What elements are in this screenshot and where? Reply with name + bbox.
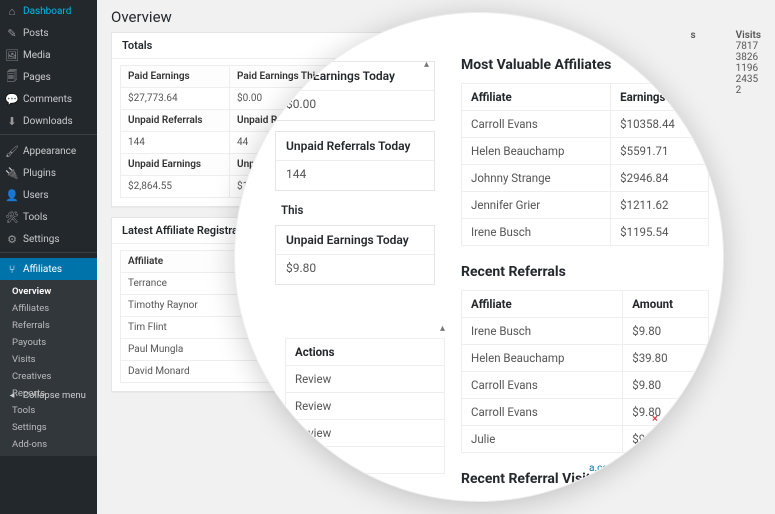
- appearance-icon: 🖌: [6, 145, 18, 157]
- delete-icon[interactable]: ×: [652, 456, 658, 471]
- menu-label: Tools: [23, 212, 47, 223]
- menu-item-downloads[interactable]: ⬇ Downloads: [0, 110, 97, 132]
- visits-col: Visits: [736, 30, 761, 41]
- menu-item-plugins[interactable]: 🔌 Plugins: [0, 162, 97, 184]
- pages-icon: 🗐: [6, 71, 18, 83]
- delete-icon[interactable]: ×: [652, 441, 658, 456]
- delete-icon[interactable]: ×: [652, 471, 658, 486]
- submenu-payouts[interactable]: Payouts: [0, 334, 97, 351]
- menu-item-affiliates[interactable]: ⑂ Affiliates: [0, 258, 97, 280]
- tools-icon: 🛠: [6, 211, 18, 223]
- delete-icons-column: × × × × ×: [652, 411, 658, 486]
- actions-table: Actions Review Review Review w: [285, 338, 445, 474]
- collapse-label: Collapse menu: [23, 390, 86, 401]
- submenu-visits[interactable]: Visits: [0, 351, 97, 368]
- stat-unpaid-earnings-today: Unpaid Earnings Today $9.80: [275, 225, 435, 285]
- mva-heading: Most Valuable Affiliates: [461, 57, 709, 73]
- dashboard-icon: ⌂: [6, 5, 18, 17]
- menu-item-tools[interactable]: 🛠 Tools: [0, 206, 97, 228]
- mva-table: AffiliateEarningsCarroll Evans$10358.44H…: [461, 83, 709, 246]
- menu-label: Pages: [23, 72, 51, 83]
- review-link[interactable]: Review: [286, 393, 445, 420]
- menu-item-settings[interactable]: ⚙ Settings: [0, 228, 97, 250]
- toggle-icon[interactable]: ▴: [285, 323, 445, 334]
- comments-icon: 💬: [6, 93, 18, 105]
- menu-item-comments[interactable]: 💬 Comments: [0, 88, 97, 110]
- plugins-icon: 🔌: [6, 167, 18, 179]
- submenu-affiliates[interactable]: Affiliates: [0, 300, 97, 317]
- collapse-menu[interactable]: ◂ Collapse menu: [0, 384, 97, 406]
- this-label: This: [275, 201, 435, 225]
- delete-icon[interactable]: ×: [652, 411, 658, 426]
- menu-label: Users: [23, 190, 49, 201]
- menu-label: Media: [23, 50, 51, 61]
- menu-label: Settings: [23, 234, 60, 245]
- rrv-heading: Recent Referral Visits: [461, 471, 709, 487]
- submenu-referrals[interactable]: Referrals: [0, 317, 97, 334]
- menu-label: Downloads: [23, 116, 73, 127]
- affiliates-submenu: OverviewAffiliatesReferralsPayoutsVisits…: [0, 280, 97, 456]
- stat-unpaid-referrals-today: Unpaid Referrals Today 144: [275, 131, 435, 191]
- submenu-settings[interactable]: Settings: [0, 419, 97, 436]
- menu-label: Plugins: [23, 168, 56, 179]
- admin-sidebar: ⌂ Dashboard ✎ Posts 🖼 Media 🗐 Pages 💬 Comments ⬇ Do…: [0, 0, 97, 514]
- stat-paid-today: Paid Earnings Today $0.00: [275, 61, 435, 121]
- menu-item-pages[interactable]: 🗐 Pages: [0, 66, 97, 88]
- posts-icon: ✎: [6, 27, 18, 39]
- menu-label: Dashboard: [23, 6, 71, 17]
- review-link[interactable]: Review: [286, 420, 445, 447]
- menu-item-dashboard[interactable]: ⌂ Dashboard: [0, 0, 97, 22]
- menu-item-media[interactable]: 🖼 Media: [0, 44, 97, 66]
- menu-label: Appearance: [23, 146, 76, 157]
- menu-item-posts[interactable]: ✎ Posts: [0, 22, 97, 44]
- recent-table: AffiliateAmountIrene Busch$9.80Helen Bea…: [461, 290, 709, 453]
- collapse-icon: ◂: [6, 389, 18, 401]
- submenu-creatives[interactable]: Creatives: [0, 368, 97, 385]
- submenu-add-ons[interactable]: Add-ons: [0, 436, 97, 453]
- url-fragment[interactable]: a.com/: [589, 463, 639, 474]
- affiliates-icon: ⑂: [6, 263, 18, 275]
- users-icon: 👤: [6, 189, 18, 201]
- menu-item-appearance[interactable]: 🖌 Appearance: [0, 140, 97, 162]
- submenu-overview[interactable]: Overview: [0, 283, 97, 300]
- review-link[interactable]: w: [286, 447, 445, 474]
- menu-label: Posts: [23, 28, 49, 39]
- review-link[interactable]: Review: [286, 366, 445, 393]
- magnifier-lens: ▴ Paid Earnings Today $0.00 Unpaid Refer…: [234, 12, 724, 502]
- downloads-icon: ⬇: [6, 115, 18, 127]
- menu-label: Affiliates: [23, 264, 62, 275]
- menu-item-users[interactable]: 👤 Users: [0, 184, 97, 206]
- recent-heading: Recent Referrals: [461, 264, 709, 280]
- settings-icon: ⚙: [6, 233, 18, 245]
- toggle-icon[interactable]: ▴: [424, 59, 429, 70]
- media-icon: 🖼: [6, 49, 18, 61]
- delete-icon[interactable]: ×: [652, 426, 658, 441]
- menu-label: Comments: [23, 94, 72, 105]
